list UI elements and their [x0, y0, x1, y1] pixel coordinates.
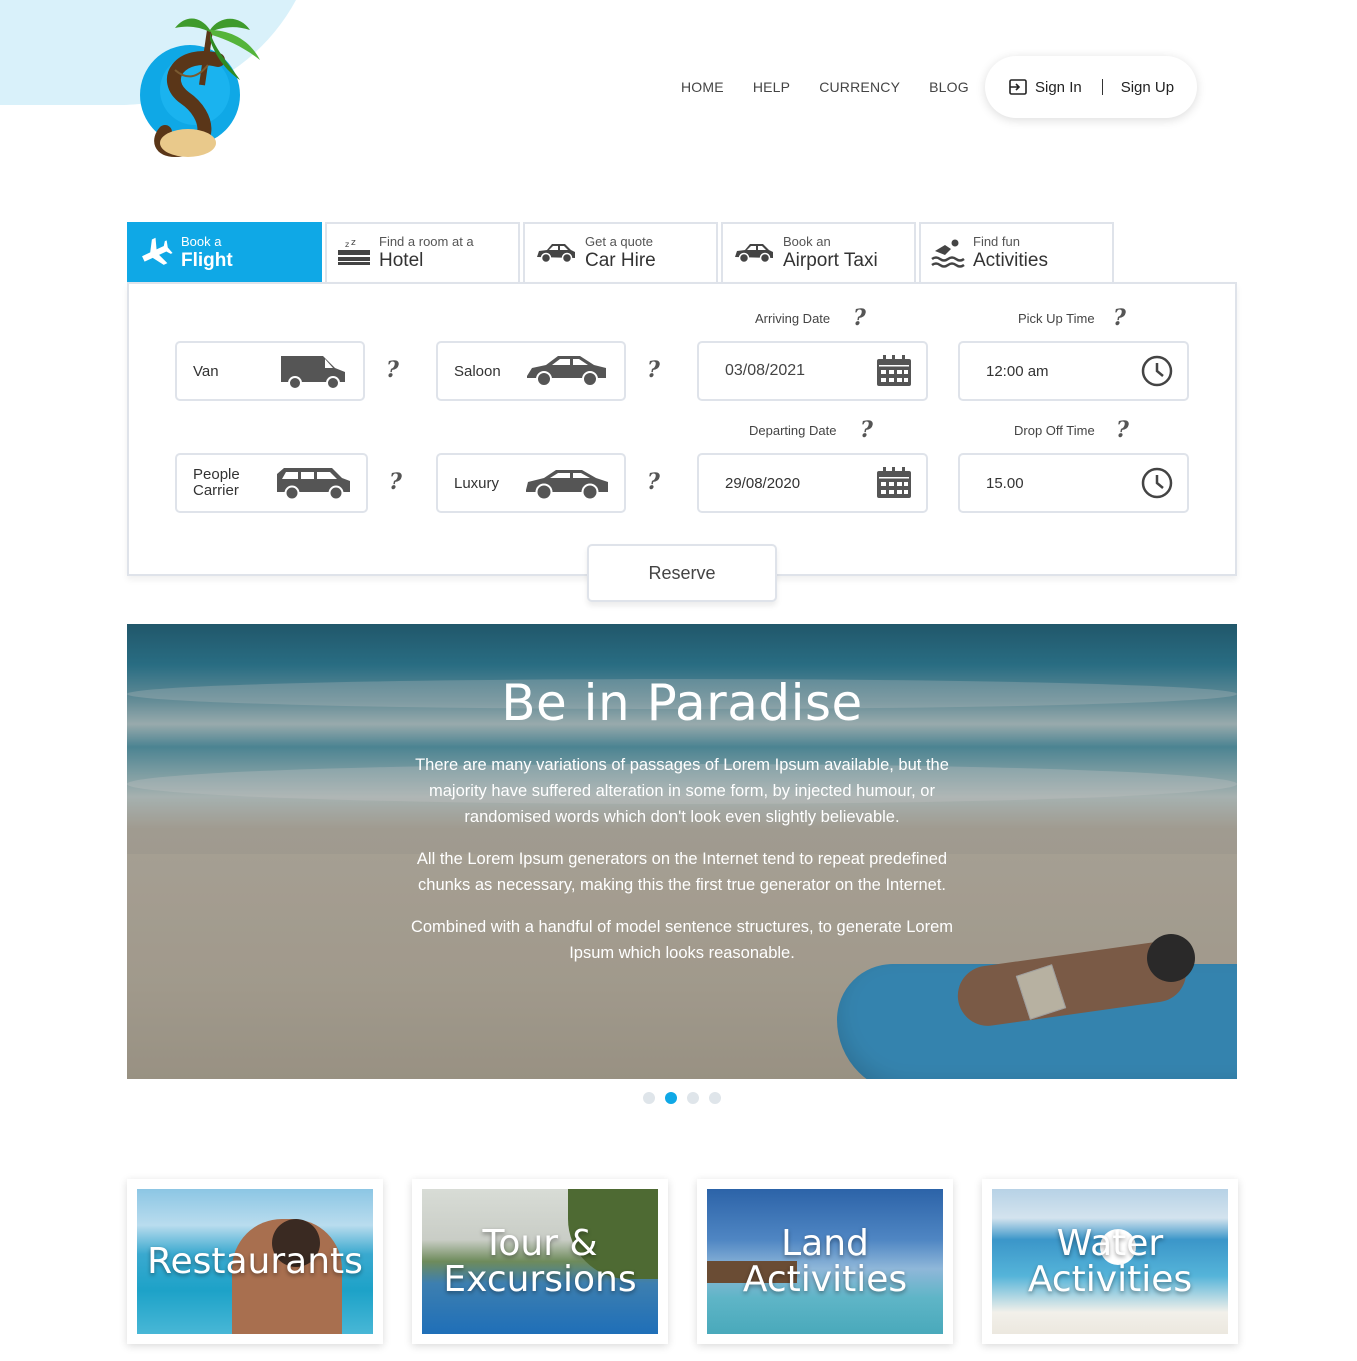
carousel-dots [643, 1092, 721, 1104]
people-carrier-option[interactable]: People Carrier [175, 453, 368, 513]
card-tours-label: Tour & Excursions [443, 1222, 637, 1300]
card-land-activities-label: Land Activities [742, 1222, 908, 1300]
card-land-activities-image: Land Activities [707, 1189, 943, 1334]
plane-icon [142, 237, 173, 265]
booking-tabs: Book a Flight z z Find a room at a Hotel… [127, 222, 1114, 282]
arriving-date-field[interactable]: 03/08/2021 [697, 341, 928, 401]
nav-currency[interactable]: CURRENCY [819, 79, 900, 95]
arriving-date-value: 03/08/2021 [725, 362, 806, 379]
dropoff-time-label: Drop Off Time [1014, 423, 1095, 438]
tab-flight[interactable]: Book a Flight [127, 222, 322, 282]
saloon-help-icon[interactable]: ? [647, 357, 660, 383]
taxi-icon [735, 244, 773, 264]
van-help-icon[interactable]: ? [386, 357, 399, 383]
luxury-option[interactable]: Luxury [436, 453, 626, 513]
card-tours-image: Tour & Excursions [422, 1189, 658, 1334]
luxury-car-icon [526, 470, 608, 501]
main-nav: HOME HELP CURRENCY BLOG [681, 79, 969, 95]
tab-flight-title: Flight [181, 249, 233, 271]
tab-airport-taxi[interactable]: Book an Airport Taxi [721, 222, 916, 282]
svg-text:z: z [345, 240, 349, 249]
svg-text:z: z [351, 238, 356, 248]
departing-date-value: 29/08/2020 [725, 474, 801, 492]
tab-car-hire[interactable]: Get a quote Car Hire [523, 222, 718, 282]
card-water-activities[interactable]: Water Activities [982, 1179, 1238, 1344]
carousel-dot[interactable] [709, 1092, 721, 1104]
dropoff-time-value: 15.00 [986, 474, 1024, 492]
tab-activities[interactable]: Find fun Activities [919, 222, 1114, 282]
hero-title: Be in Paradise [501, 674, 863, 732]
van-option[interactable]: Van [175, 341, 365, 401]
sign-in-label: Sign In [1035, 78, 1082, 96]
departing-date-label: Departing Date [749, 423, 837, 438]
departing-date-field[interactable]: 29/08/2020 [697, 453, 928, 513]
nav-home[interactable]: HOME [681, 79, 724, 95]
dropoff-time-help-icon[interactable]: ? [1116, 417, 1129, 443]
tab-flight-subtitle: Book a [181, 233, 222, 249]
hero-paragraph: Combined with a handful of model sentenc… [410, 918, 954, 962]
tab-hotel[interactable]: z z Find a room at a Hotel [325, 222, 520, 282]
tab-airport-taxi-subtitle: Book an [783, 233, 831, 249]
people-carrier-icon [277, 468, 350, 501]
nav-help[interactable]: HELP [753, 79, 790, 95]
clock-icon[interactable] [1141, 467, 1173, 499]
carousel-dot[interactable] [687, 1092, 699, 1104]
card-land-activities[interactable]: Land Activities [697, 1179, 953, 1344]
arriving-date-help-icon[interactable]: ? [853, 305, 866, 331]
saloon-car-icon [527, 356, 606, 387]
auth-divider [1101, 79, 1103, 95]
card-restaurants-image: Restaurants [137, 1189, 373, 1334]
hero-paragraph: There are many variations of passages of… [415, 756, 949, 826]
pickup-time-help-icon[interactable]: ? [1113, 305, 1126, 331]
car-icon [537, 244, 575, 264]
tab-car-hire-title: Car Hire [585, 249, 656, 271]
nav-blog[interactable]: BLOG [929, 79, 969, 95]
reserve-button[interactable]: Reserve [587, 544, 777, 602]
van-label: Van [193, 362, 219, 380]
bed-icon: z z [338, 238, 370, 265]
people-carrier-help-icon[interactable]: ? [389, 469, 402, 495]
hero-banner: Be in Paradise There are many variations… [127, 624, 1237, 1079]
van-icon [281, 356, 345, 390]
tab-activities-subtitle: Find fun [973, 233, 1020, 249]
card-restaurants-label: Restaurants [147, 1240, 363, 1282]
card-water-activities-image: Water Activities [992, 1189, 1228, 1334]
people-carrier-label: People Carrier [193, 466, 240, 499]
luxury-label: Luxury [454, 474, 500, 492]
dropoff-time-field[interactable]: 15.00 [958, 453, 1189, 513]
luxury-help-icon[interactable]: ? [647, 469, 660, 495]
tab-hotel-subtitle: Find a room at a [379, 233, 474, 249]
pickup-time-field[interactable]: 12:00 am [958, 341, 1189, 401]
hero-copy: There are many variations of passages of… [392, 752, 972, 982]
site-logo[interactable] [140, 10, 285, 165]
card-water-activities-label: Water Activities [1027, 1222, 1193, 1300]
calendar-icon[interactable] [876, 355, 912, 387]
tab-hotel-title: Hotel [379, 249, 424, 271]
auth-box: Sign In Sign Up [985, 56, 1197, 118]
saloon-option[interactable]: Saloon [436, 341, 626, 401]
arriving-date-label: Arriving Date [755, 311, 831, 326]
hero-paragraph: All the Lorem Ipsum generators on the In… [416, 850, 948, 894]
card-tours[interactable]: Tour & Excursions [412, 1179, 668, 1344]
tab-airport-taxi-title: Airport Taxi [783, 249, 878, 271]
tab-activities-title: Activities [973, 249, 1048, 271]
carousel-dot[interactable] [643, 1092, 655, 1104]
tab-car-hire-subtitle: Get a quote [585, 233, 653, 249]
sign-in-icon [1009, 79, 1027, 95]
clock-icon[interactable] [1141, 355, 1173, 387]
pickup-time-value: 12:00 am [986, 362, 1049, 380]
departing-date-help-icon[interactable]: ? [860, 417, 873, 443]
card-restaurants[interactable]: Restaurants [127, 1179, 383, 1344]
calendar-icon[interactable] [876, 467, 912, 499]
sign-in-button[interactable]: Sign In [1009, 79, 1082, 96]
swimmer-icon [931, 239, 965, 268]
carousel-dot-active[interactable] [665, 1092, 677, 1104]
sign-up-button[interactable]: Sign Up [1121, 79, 1174, 96]
pickup-time-label: Pick Up Time [1018, 311, 1095, 326]
saloon-label: Saloon [454, 362, 501, 380]
